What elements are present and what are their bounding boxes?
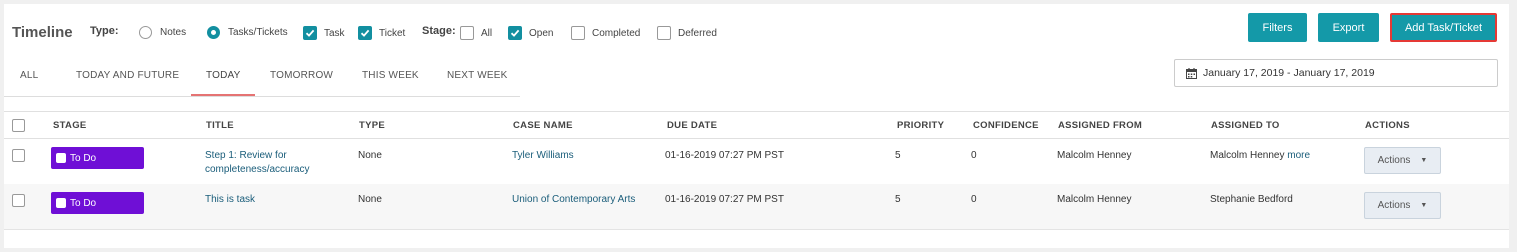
table-header: STAGE TITLE TYPE CASE NAME DUE DATE PRIO… bbox=[4, 111, 1509, 139]
checkbox-ticket[interactable] bbox=[358, 26, 372, 40]
caret-down-icon: ▼ bbox=[1420, 157, 1428, 164]
column-header-assigned-to: ASSIGNED TO bbox=[1211, 120, 1280, 131]
assigned-to-name: Stephanie Bedford bbox=[1210, 194, 1293, 205]
radio-tasks-tickets[interactable] bbox=[207, 26, 220, 39]
checkbox-stage-deferred[interactable] bbox=[657, 26, 671, 40]
assigned-to-name: Malcolm Henney bbox=[1210, 150, 1285, 161]
assigned-to-more-link[interactable]: more bbox=[1287, 150, 1310, 161]
column-header-stage: STAGE bbox=[53, 120, 87, 131]
priority-cell: 5 bbox=[895, 194, 901, 205]
stage-badge-label: To Do bbox=[70, 152, 97, 164]
row-checkbox[interactable] bbox=[12, 149, 25, 162]
select-all-checkbox[interactable] bbox=[12, 119, 25, 132]
checkbox-stage-open[interactable] bbox=[508, 26, 522, 40]
actions-dropdown[interactable]: Actions ▼ bbox=[1364, 147, 1441, 174]
filter-task[interactable]: Task bbox=[303, 26, 345, 40]
stage-badge[interactable]: To Do bbox=[51, 192, 144, 214]
date-range-picker[interactable]: January 17, 2019 - January 17, 2019 bbox=[1174, 59, 1498, 87]
table-row: To Do This is task None Union of Contemp… bbox=[4, 184, 1509, 230]
actions-dropdown-label: Actions bbox=[1377, 200, 1411, 211]
stage-square-icon bbox=[56, 153, 66, 163]
page-title: Timeline bbox=[12, 24, 73, 41]
stage-option-completed[interactable]: Completed bbox=[571, 26, 640, 40]
column-header-confidence: CONFIDENCE bbox=[973, 120, 1039, 131]
active-tab-indicator bbox=[191, 94, 255, 96]
caret-down-icon: ▼ bbox=[1420, 202, 1428, 209]
checkbox-stage-all[interactable] bbox=[460, 26, 474, 40]
stage-badge-label: To Do bbox=[70, 197, 97, 209]
tab-next-week[interactable]: NEXT WEEK bbox=[447, 70, 508, 81]
task-title-line2: completeness/accuracy bbox=[205, 164, 310, 175]
tab-tomorrow[interactable]: TOMORROW bbox=[270, 70, 333, 81]
type-cell: None bbox=[358, 194, 382, 205]
column-header-type: TYPE bbox=[359, 120, 386, 131]
column-header-priority: PRIORITY bbox=[897, 120, 945, 131]
filter-task-label: Task bbox=[324, 27, 345, 39]
stage-label: Stage: bbox=[422, 25, 456, 37]
column-header-title: TITLE bbox=[206, 120, 234, 131]
assigned-to-cell: Stephanie Bedford bbox=[1210, 193, 1293, 207]
due-date-cell: 01-16-2019 07:27 PM PST bbox=[665, 194, 784, 205]
checkbox-stage-completed[interactable] bbox=[571, 26, 585, 40]
tab-this-week[interactable]: THIS WEEK bbox=[362, 70, 419, 81]
column-header-assigned-from: ASSIGNED FROM bbox=[1058, 120, 1143, 131]
due-date-cell: 01-16-2019 07:27 PM PST bbox=[665, 150, 784, 161]
timeline-tabs: ALL TODAY AND FUTURE TODAY TOMORROW THIS… bbox=[4, 63, 520, 97]
stage-option-open[interactable]: Open bbox=[508, 26, 553, 40]
type-option-tasks-tickets-label: Tasks/Tickets bbox=[228, 27, 288, 38]
task-title-link[interactable]: Step 1: Review for completeness/accuracy bbox=[205, 149, 310, 177]
priority-cell: 5 bbox=[895, 150, 901, 161]
stage-badge[interactable]: To Do bbox=[51, 147, 144, 169]
stage-option-deferred-label: Deferred bbox=[678, 27, 717, 39]
tab-today-and-future[interactable]: TODAY AND FUTURE bbox=[76, 70, 179, 81]
confidence-cell: 0 bbox=[971, 150, 977, 161]
type-cell: None bbox=[358, 150, 382, 161]
filters-button[interactable]: Filters bbox=[1248, 13, 1307, 42]
stage-option-all[interactable]: All bbox=[460, 26, 492, 40]
timeline-panel: Timeline Type: Notes Tasks/Tickets Task … bbox=[4, 4, 1509, 248]
export-button[interactable]: Export bbox=[1318, 13, 1379, 42]
confidence-cell: 0 bbox=[971, 194, 977, 205]
case-name-link[interactable]: Union of Contemporary Arts bbox=[512, 193, 635, 207]
type-option-tasks-tickets[interactable]: Tasks/Tickets bbox=[207, 26, 288, 39]
case-name-link[interactable]: Tyler Williams bbox=[512, 149, 574, 163]
tab-today[interactable]: TODAY bbox=[206, 70, 241, 81]
filter-ticket-label: Ticket bbox=[379, 27, 406, 39]
filter-ticket[interactable]: Ticket bbox=[358, 26, 405, 40]
stage-option-all-label: All bbox=[481, 27, 493, 39]
column-header-due-date: DUE DATE bbox=[667, 120, 718, 131]
row-checkbox[interactable] bbox=[12, 194, 25, 207]
assigned-to-cell: Malcolm Henney more bbox=[1210, 149, 1310, 163]
column-header-case-name: CASE NAME bbox=[513, 120, 573, 131]
checkbox-task[interactable] bbox=[303, 26, 317, 40]
calendar-icon bbox=[1186, 67, 1197, 79]
assigned-from-cell: Malcolm Henney bbox=[1057, 150, 1132, 161]
actions-dropdown[interactable]: Actions ▼ bbox=[1364, 192, 1441, 219]
actions-dropdown-label: Actions bbox=[1377, 155, 1411, 166]
type-option-notes-label: Notes bbox=[160, 27, 187, 38]
type-option-notes[interactable]: Notes bbox=[139, 26, 186, 39]
task-title-line1: This is task bbox=[205, 194, 256, 205]
assigned-from-cell: Malcolm Henney bbox=[1057, 194, 1132, 205]
column-header-actions: ACTIONS bbox=[1365, 120, 1410, 131]
tab-all[interactable]: ALL bbox=[20, 70, 38, 81]
task-title-link[interactable]: This is task bbox=[205, 193, 255, 207]
table-row: To Do Step 1: Review for completeness/ac… bbox=[4, 139, 1509, 185]
radio-notes[interactable] bbox=[139, 26, 152, 39]
stage-option-open-label: Open bbox=[529, 27, 554, 39]
date-range-value: January 17, 2019 - January 17, 2019 bbox=[1203, 67, 1375, 79]
task-title-line1: Step 1: Review for bbox=[205, 150, 287, 161]
stage-option-deferred[interactable]: Deferred bbox=[657, 26, 717, 40]
stage-square-icon bbox=[56, 198, 66, 208]
type-label: Type: bbox=[90, 25, 119, 37]
add-task-ticket-button[interactable]: Add Task/Ticket bbox=[1390, 13, 1497, 42]
stage-option-completed-label: Completed bbox=[592, 27, 641, 39]
